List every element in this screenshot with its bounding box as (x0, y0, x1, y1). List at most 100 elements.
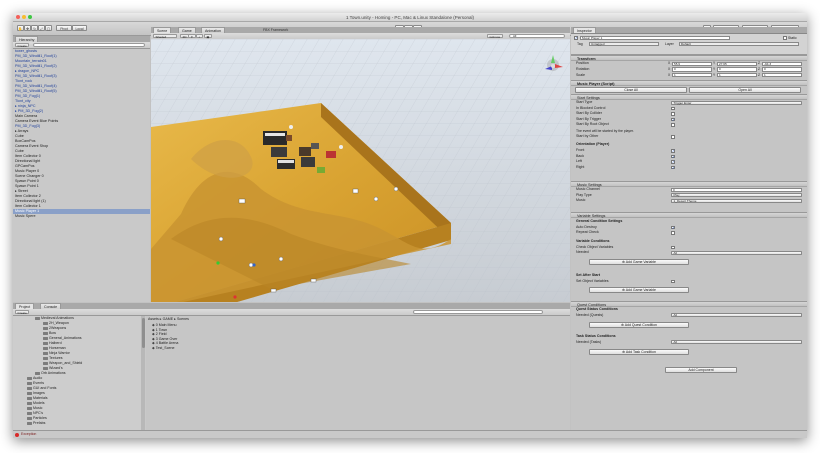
object-active-checkbox[interactable]: ✓ (574, 36, 578, 40)
folder-label: GUI and Fonts (33, 386, 57, 390)
inspector-tabbar (571, 27, 807, 34)
status-message[interactable]: Exception (21, 432, 36, 436)
lighting-toggle-icon[interactable]: ☀ (188, 34, 196, 39)
needed-quests-row: Needed (Quests) All (574, 313, 804, 319)
local-button[interactable]: Local (72, 25, 87, 31)
transform-y-field[interactable]: 1 (717, 73, 757, 78)
folder-icon (27, 391, 32, 395)
option-checkbox[interactable] (671, 106, 675, 111)
music-player-script-header[interactable]: Music Player (Script) (571, 80, 807, 86)
folder-icon (43, 366, 48, 370)
pivot-button[interactable]: Pivot (56, 25, 72, 31)
folder-label: Particles (33, 416, 47, 420)
folder-icon (43, 346, 48, 350)
option-checkbox[interactable] (671, 123, 675, 127)
folder-icon (35, 371, 40, 375)
hand-tool-button[interactable]: ✋ (17, 25, 24, 31)
transform-x-field[interactable]: 0 (672, 67, 712, 72)
option-checkbox[interactable]: ✓ (671, 117, 675, 122)
transform-y-field[interactable]: 27.65 (717, 61, 757, 66)
inspector-panel: Inspector ✓ Music Player 1 Static Tag Un… (571, 27, 807, 431)
open-all-button[interactable]: Open All (689, 87, 801, 93)
folder-icon (27, 406, 32, 410)
transform-z-field[interactable]: 1 (762, 73, 802, 78)
effects-toggle-icon[interactable]: ▣ (204, 34, 212, 39)
set-object-vars-checkbox[interactable] (671, 279, 675, 284)
start-option-rows: In Blocked Control Start By Collider Start… (571, 106, 807, 130)
folder-icon (43, 321, 48, 325)
hierarchy-search-input[interactable] (33, 43, 145, 47)
needed-quests-dropdown[interactable]: All (671, 313, 802, 318)
close-all-button[interactable]: Close All (575, 87, 687, 93)
scene-file-item[interactable]: ◆ Test_Scene (152, 346, 174, 351)
folder-label: Events (33, 381, 44, 385)
add-game-variable-button-2[interactable]: ⊕ Add Game Variable (589, 287, 689, 293)
project-folder[interactable]: Prefabs (27, 421, 45, 426)
transform-z-field[interactable]: -94.3 (762, 61, 802, 66)
object-name-field[interactable]: Music Player 1 (580, 35, 730, 40)
repeat-check-row: Repeat Check (574, 230, 804, 236)
gizmos-dropdown[interactable]: Gizmos (487, 34, 503, 39)
transform-y-field[interactable]: 0 (717, 67, 757, 72)
auto-destroy-checkbox[interactable]: ✓ (671, 225, 675, 230)
start-by-other-checkbox[interactable] (671, 135, 675, 139)
scene-viewport[interactable] (151, 39, 570, 302)
tag-dropdown[interactable]: Untagged (589, 41, 659, 46)
music-dropdown[interactable]: 1_Desert Theme (671, 198, 802, 203)
scale-tool-button[interactable]: ⤢ (38, 25, 45, 31)
needed-dropdown[interactable]: All (671, 250, 802, 255)
option-checkbox[interactable]: ✓ (671, 149, 675, 153)
rotate-tool-button[interactable]: ↻ (31, 25, 38, 31)
start-type-dropdown[interactable]: Trigger Enter (671, 100, 802, 105)
project-search-input[interactable] (413, 310, 543, 314)
object-header: ✓ Music Player 1 Static Tag Untagged Lay… (571, 34, 807, 55)
project-breadcrumb[interactable]: Assets ▸ GAME ▸ Scenes (148, 317, 189, 321)
add-component-button[interactable]: Add Component (665, 367, 737, 373)
option-checkbox[interactable]: ✓ (671, 165, 675, 170)
status-bar: Exception (13, 430, 807, 438)
checkbox-row: Start By Root Object (574, 122, 804, 128)
audio-toggle-icon[interactable]: ♪ (196, 34, 203, 39)
project-tree-scrollbar[interactable] (141, 316, 145, 431)
transform-rows: Position X 55.9 Y 27.65 Z -94.3 Rotation X 0 Y 0 Z 0 S… (571, 61, 807, 79)
project-panel: Project Console Create Medieval Animatio… (13, 303, 570, 431)
layer-dropdown[interactable]: Default (679, 41, 799, 46)
hierarchy-create-button[interactable]: Create (15, 43, 30, 48)
tag-label: Tag (577, 42, 583, 46)
option-checkbox[interactable] (671, 112, 675, 116)
rect-tool-button[interactable]: ▢ (45, 25, 52, 31)
folder-label: General_Animations (49, 336, 82, 340)
folder-label: Orb Animations (41, 371, 66, 375)
project-create-button[interactable]: Create (15, 310, 30, 315)
scene-panel: Scene Game Animation FBX Framework Shade… (151, 27, 570, 302)
folder-icon (27, 396, 32, 400)
needed-tasks-dropdown[interactable]: All (671, 340, 802, 345)
folder-label: NPC's (33, 411, 44, 415)
axis-label: Z (758, 66, 760, 71)
transform-x-field[interactable]: 1 (672, 73, 712, 78)
folder-label: Audio (33, 376, 43, 380)
move-tool-button[interactable]: ✥ (24, 25, 31, 31)
transform-z-field[interactable]: 0 (762, 67, 802, 72)
add-quest-condition-button[interactable]: ⊕ Add Quest Condition (589, 322, 689, 328)
add-task-condition-button[interactable]: ⊕ Add Task Condition (589, 349, 689, 355)
static-checkbox[interactable] (783, 36, 787, 40)
scene-search-input[interactable]: All (509, 34, 565, 38)
transform-x-field[interactable]: 55.9 (672, 61, 712, 66)
option-checkbox[interactable]: ✓ (671, 160, 675, 164)
music-channel-field[interactable]: 0 (671, 187, 802, 192)
hierarchy-item[interactable]: Music Spere (15, 214, 36, 219)
repeat-check-checkbox[interactable] (671, 231, 675, 235)
shading-dropdown[interactable]: Shaded (153, 34, 177, 39)
tab-inspector[interactable]: Inspector (573, 27, 596, 33)
folder-label: Models (33, 401, 45, 405)
project-files-area: Assets ▸ GAME ▸ Scenes ◆ 0 Main Menu ◆ 1 … (146, 316, 570, 431)
play-type-dropdown[interactable]: Play (671, 193, 802, 198)
project-folder-tree: Medieval Animations 2H_Weapon 2Weapons Bow G… (13, 316, 141, 431)
option-checkbox[interactable]: ✓ (671, 154, 675, 159)
check-object-vars-checkbox[interactable] (671, 245, 675, 250)
variable-settings-header[interactable]: Variable Settings (571, 212, 807, 218)
static-label: Static (788, 36, 797, 40)
add-game-variable-button[interactable]: ⊕ Add Game Variable (589, 259, 689, 265)
folder-icon (35, 316, 40, 320)
